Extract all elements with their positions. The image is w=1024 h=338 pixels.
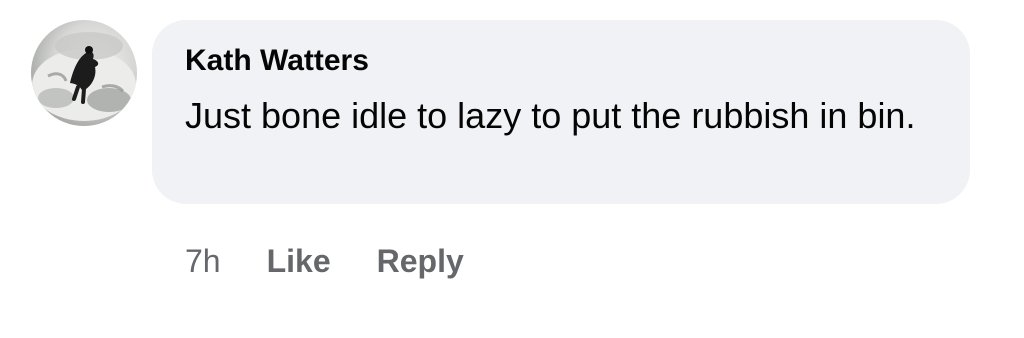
comment-actions: 7h Like Reply [185,237,464,285]
comment-bubble: Kath Watters Just bone idle to lazy to p… [152,20,970,204]
avatar-photo [32,32,136,121]
avatar[interactable] [31,20,137,126]
reply-button[interactable]: Reply [377,243,464,280]
comment-author-name[interactable]: Kath Watters [185,42,938,80]
comment-timestamp[interactable]: 7h [185,243,221,280]
like-button[interactable]: Like [267,243,331,280]
comment: Kath Watters Just bone idle to lazy to p… [0,0,1024,338]
comment-text: Just bone idle to lazy to put the rubbis… [185,95,916,136]
